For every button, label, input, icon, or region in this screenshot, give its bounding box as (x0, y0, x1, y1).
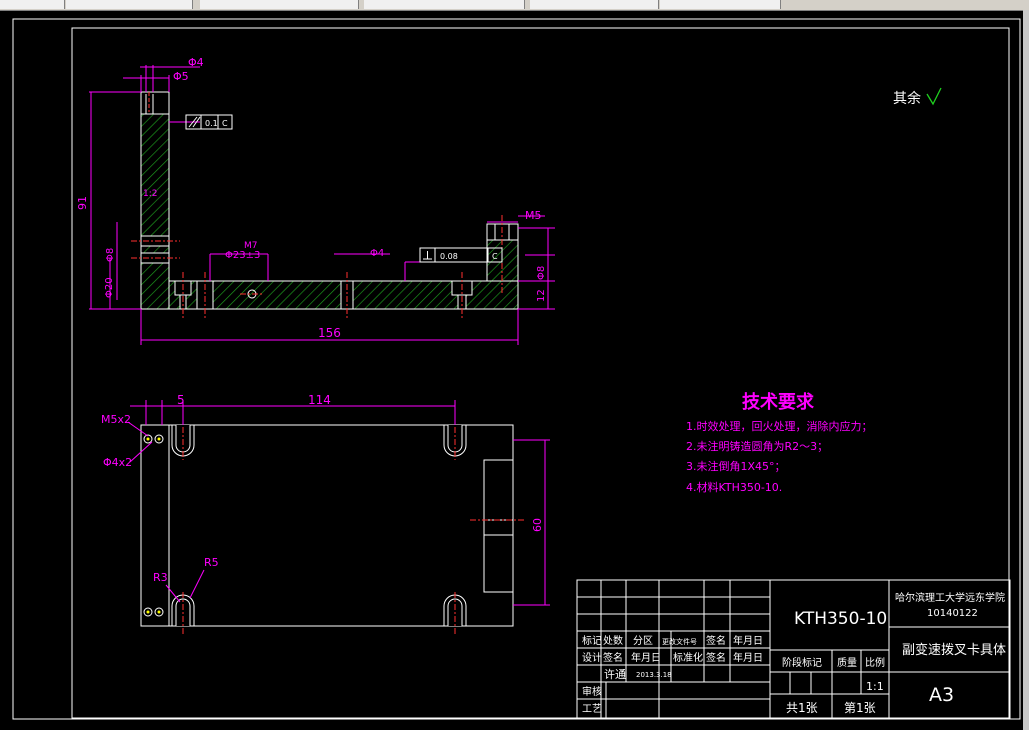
tol-parallel-value: 0.1 (205, 119, 218, 128)
tech-req-item-2: 2.未注明铸造圆角为R2～3； (686, 439, 828, 453)
tb-sheets-total: 共1张 (786, 701, 818, 715)
tech-req-item-3: 3.未注倒角1X45°； (686, 459, 786, 473)
tb-designer: 许通 (604, 668, 626, 681)
tb-r2-c5: 签名 (706, 651, 726, 664)
tb-scale: 1:1 (866, 680, 884, 693)
tb-code: 10140122 (927, 608, 978, 619)
tol-perp-value: 0.08 (440, 252, 458, 261)
dim-m5: M5 (525, 209, 542, 222)
tb-material: KTH350-10 (794, 609, 887, 629)
dim-12: 12 (536, 289, 547, 302)
tb-mass-label: 质量 (837, 657, 857, 669)
dim-height-91: 91 (76, 196, 89, 210)
dim-m5x2: M5x2 (101, 413, 131, 426)
dim-phi23: Φ23±3 (225, 250, 260, 261)
dim-phi4x2: Φ4x2 (103, 456, 132, 469)
plan-dimensions (127, 400, 550, 606)
tech-req-item-1: 1.时效处理，回火处理，消除内应力； (686, 419, 873, 433)
tab-1[interactable] (0, 0, 65, 9)
dim-phi20: Φ20 (104, 277, 115, 298)
tb-r1-c2: 处数 (603, 634, 623, 647)
plan-view (140, 424, 514, 627)
dim-phi4-base: Φ4 (370, 248, 384, 259)
tb-date: 2013.3.18 (636, 671, 672, 679)
tab-6[interactable] (660, 0, 781, 9)
dim-r3: R3 (153, 571, 168, 584)
dim-60: 60 (531, 518, 544, 532)
tab-4[interactable] (364, 0, 525, 9)
tb-r1-c6: 年月日 (733, 634, 763, 647)
tb-r1-c4: 更改文件号 (662, 637, 697, 646)
tab-2[interactable] (66, 0, 193, 9)
tb-scale-label: 比例 (865, 656, 885, 669)
dim-phi5: Φ5 (173, 70, 189, 83)
tb-part-name: 副变速拨叉卡具体 (902, 642, 1006, 658)
tab-5[interactable] (530, 0, 659, 9)
tol-parallel-ref: C (222, 119, 228, 128)
tb-r1-c1: 标记 (582, 635, 602, 647)
tb-r1-c5: 签名 (706, 634, 726, 647)
tab-3[interactable] (200, 0, 359, 9)
dim-length-156: 156 (318, 326, 341, 340)
tb-format: A3 (929, 684, 954, 706)
plan-centerlines (182, 415, 525, 636)
dim-phi8-lug: Φ8 (536, 266, 547, 280)
tb-sheet-no: 第1张 (844, 701, 876, 715)
surface-finish-note: 其余 (893, 90, 921, 107)
cad-drawing[interactable]: Φ4 Φ5 0.1 C 0.08 C 91 Φ8 Φ20 1:2 M7 Φ23±… (0, 10, 1022, 730)
tb-r2-c2: 签名 (603, 651, 623, 664)
tb-r2-c6: 年月日 (733, 651, 763, 664)
tb-process-label: 工艺 (582, 703, 602, 715)
tb-check-label: 审核 (582, 685, 602, 698)
tb-r2-c3: 年月日 (631, 651, 661, 664)
tb-school: 哈尔滨理工大学远东学院 (895, 591, 1005, 604)
tech-req-title: 技术要求 (742, 391, 815, 413)
dim-114: 114 (308, 393, 331, 407)
dim-5: 5 (177, 393, 185, 407)
tolerance-frames (185, 114, 503, 263)
tech-req-item-4: 4.材料KTH350-10. (686, 480, 782, 494)
check-icon (926, 87, 942, 106)
dim-r5: R5 (204, 556, 219, 569)
dim-phi8: Φ8 (105, 248, 116, 262)
tb-stage-label: 阶段标记 (782, 656, 822, 669)
dim-phi4: Φ4 (188, 56, 204, 69)
tb-r1-c3: 分区 (633, 635, 653, 647)
scrollbar[interactable] (1023, 10, 1029, 730)
dim-ratio: 1:2 (143, 189, 157, 199)
tb-r2-c1: 设计 (582, 651, 602, 664)
tol-perp-ref: C (492, 252, 498, 261)
tb-r2-c4: 标准化 (673, 651, 703, 664)
